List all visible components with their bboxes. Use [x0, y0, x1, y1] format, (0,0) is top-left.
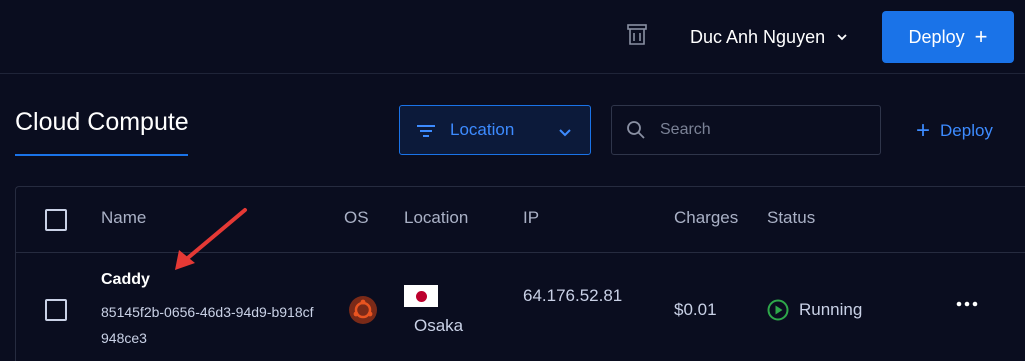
more-options-icon[interactable]: [956, 296, 978, 312]
notifications-icon[interactable]: [624, 22, 650, 48]
column-header-charges: Charges: [674, 208, 739, 227]
deploy-button-label: Deploy: [908, 26, 965, 47]
status-text: Running: [799, 300, 863, 319]
plus-icon: +: [974, 24, 988, 49]
deploy-link[interactable]: + Deploy: [916, 118, 993, 144]
chevron-down-icon: [835, 30, 849, 44]
column-header-status: Status: [767, 208, 816, 227]
server-charges: $0.01: [674, 300, 717, 319]
top-bar: Duc Anh Nguyen Deploy +: [0, 0, 1025, 74]
ubuntu-icon: [348, 295, 378, 325]
select-all-checkbox[interactable]: [45, 209, 67, 231]
user-name: Duc Anh Nguyen: [690, 26, 826, 47]
server-location: Osaka: [414, 316, 464, 335]
deploy-link-label: Deploy: [940, 121, 993, 140]
plus-icon: +: [916, 117, 931, 144]
deploy-button[interactable]: Deploy +: [882, 11, 1014, 63]
running-status-icon: [767, 299, 789, 321]
user-menu[interactable]: Duc Anh Nguyen: [690, 24, 849, 50]
header-divider: [16, 252, 1025, 253]
location-filter-dropdown[interactable]: Location: [399, 105, 591, 155]
chevron-down-icon: [558, 124, 572, 138]
filter-icon: [416, 123, 436, 137]
server-ip: 64.176.52.81: [523, 286, 623, 305]
server-name-link[interactable]: Caddy: [101, 271, 150, 289]
japan-flag-icon: [404, 285, 438, 307]
active-tab-underline: [15, 154, 188, 156]
server-id: 85145f2b-0656-46d3-94d9-b918cf948ce3: [101, 304, 314, 346]
column-header-location[interactable]: Location: [404, 208, 468, 228]
status-badge: Running: [767, 299, 862, 321]
row-checkbox[interactable]: [45, 299, 67, 321]
column-header-ip: IP: [523, 208, 540, 227]
column-header-os: OS: [344, 208, 369, 227]
tab-cloud-compute[interactable]: Cloud Compute: [15, 108, 189, 137]
location-filter-label: Location: [450, 120, 515, 139]
column-header-name[interactable]: Name: [101, 208, 146, 228]
search-icon: [626, 120, 646, 140]
search-input[interactable]: [660, 121, 870, 139]
search-box: [611, 105, 881, 155]
